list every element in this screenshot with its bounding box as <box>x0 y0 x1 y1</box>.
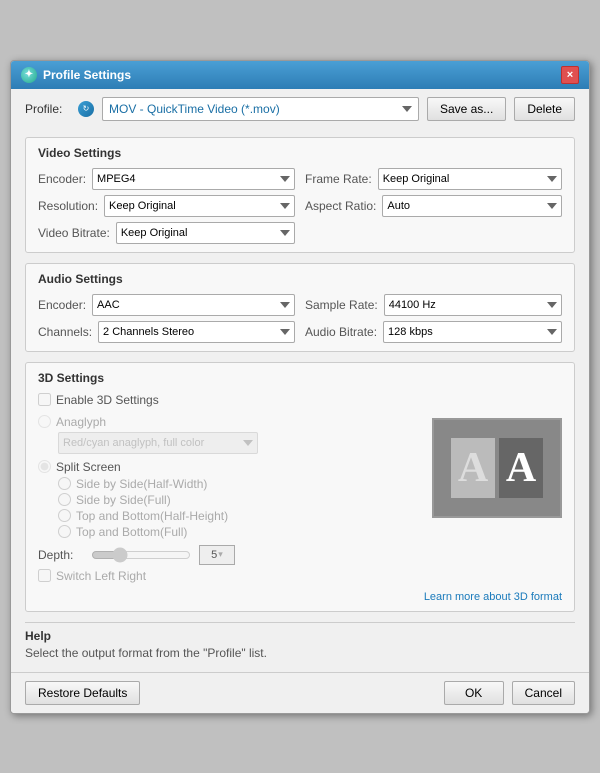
dialog-content: Profile: ↻ MOV - QuickTime Video (*.mov)… <box>11 89 589 672</box>
video-bitrate-select[interactable]: Keep Original <box>116 222 295 244</box>
dialog-window: ✦ Profile Settings × Profile: ↻ MOV - Qu… <box>10 60 590 714</box>
preview-letter-a2: A <box>499 438 543 498</box>
title-bar-left: ✦ Profile Settings <box>21 67 131 83</box>
preview-letters: A A <box>451 438 543 498</box>
encoder-select[interactable]: MPEG4 <box>92 168 295 190</box>
app-icon: ✦ <box>21 67 37 83</box>
audio-settings-grid: Encoder: AAC Sample Rate: 44100 Hz Chann… <box>38 294 562 343</box>
depth-slider[interactable] <box>91 547 191 563</box>
audio-encoder-row: Encoder: AAC <box>38 294 295 316</box>
aspect-ratio-label: Aspect Ratio: <box>305 199 376 213</box>
top-bottom-half-radio[interactable] <box>58 509 71 522</box>
frame-rate-row: Frame Rate: Keep Original <box>305 168 562 190</box>
video-settings-grid: Encoder: MPEG4 Frame Rate: Keep Original… <box>38 168 562 244</box>
sample-rate-label: Sample Rate: <box>305 298 378 312</box>
3d-preview: A A <box>432 418 562 518</box>
preview-letter-a1: A <box>451 438 495 498</box>
audio-bitrate-label: Audio Bitrate: <box>305 325 377 339</box>
aspect-ratio-row: Aspect Ratio: Auto <box>305 195 562 217</box>
side-by-side-full-label: Side by Side(Full) <box>76 493 171 507</box>
title-bar: ✦ Profile Settings × <box>11 61 589 89</box>
help-section: Help Select the output format from the "… <box>25 622 575 660</box>
delete-button[interactable]: Delete <box>514 97 575 121</box>
video-bitrate-label: Video Bitrate: <box>38 226 110 240</box>
switch-checkbox[interactable] <box>38 569 51 582</box>
audio-settings-title: Audio Settings <box>38 272 562 286</box>
settings-3d-title: 3D Settings <box>38 371 562 385</box>
side-by-side-half-label: Side by Side(Half-Width) <box>76 477 207 491</box>
audio-encoder-label: Encoder: <box>38 298 86 312</box>
footer-right: OK Cancel <box>444 681 575 705</box>
help-title: Help <box>25 629 575 643</box>
enable-3d-row: Enable 3D Settings <box>38 393 562 407</box>
channels-select[interactable]: 2 Channels Stereo <box>98 321 295 343</box>
enable-3d-checkbox[interactable] <box>38 393 51 406</box>
aspect-ratio-select[interactable]: Auto <box>382 195 562 217</box>
sample-rate-select[interactable]: 44100 Hz <box>384 294 562 316</box>
sample-rate-row: Sample Rate: 44100 Hz <box>305 294 562 316</box>
audio-settings-section: Audio Settings Encoder: AAC Sample Rate:… <box>25 263 575 352</box>
resolution-select[interactable]: Keep Original <box>104 195 295 217</box>
top-bottom-full-radio[interactable] <box>58 525 71 538</box>
switch-row: Switch Left Right <box>38 569 562 583</box>
save-as-button[interactable]: Save as... <box>427 97 506 121</box>
depth-row: Depth: 5 ▾ <box>38 545 562 565</box>
profile-label: Profile: <box>25 102 70 116</box>
split-screen-radio[interactable] <box>38 460 51 473</box>
channels-row: Channels: 2 Channels Stereo <box>38 321 295 343</box>
top-bottom-full-label: Top and Bottom(Full) <box>76 525 187 539</box>
anaglyph-radio[interactable] <box>38 415 51 428</box>
profile-row: Profile: ↻ MOV - QuickTime Video (*.mov)… <box>25 97 575 127</box>
top-bottom-full-row: Top and Bottom(Full) <box>58 525 562 539</box>
anaglyph-type-select[interactable]: Red/cyan anaglyph, full color <box>58 432 258 454</box>
help-text: Select the output format from the "Profi… <box>25 646 575 660</box>
video-settings-title: Video Settings <box>38 146 562 160</box>
profile-select[interactable]: MOV - QuickTime Video (*.mov) <box>102 97 419 121</box>
learn-more-link[interactable]: Learn more about 3D format <box>38 591 562 603</box>
split-screen-label: Split Screen <box>56 460 121 474</box>
close-button[interactable]: × <box>561 66 579 84</box>
enable-3d-label: Enable 3D Settings <box>56 393 159 407</box>
encoder-row: Encoder: MPEG4 <box>38 168 295 190</box>
cancel-button[interactable]: Cancel <box>512 681 575 705</box>
profile-icon: ↻ <box>78 101 94 117</box>
depth-value: 5 ▾ <box>199 545 235 565</box>
video-settings-section: Video Settings Encoder: MPEG4 Frame Rate… <box>25 137 575 253</box>
resolution-label: Resolution: <box>38 199 98 213</box>
video-bitrate-row: Video Bitrate: Keep Original <box>38 222 295 244</box>
anaglyph-label: Anaglyph <box>56 415 106 429</box>
window-title: Profile Settings <box>43 68 131 82</box>
audio-encoder-select[interactable]: AAC <box>92 294 295 316</box>
settings-3d-section: 3D Settings A A Enable 3D Settings <box>25 362 575 612</box>
side-by-side-full-radio[interactable] <box>58 493 71 506</box>
top-bottom-half-label: Top and Bottom(Half-Height) <box>76 509 228 523</box>
channels-label: Channels: <box>38 325 92 339</box>
audio-bitrate-select[interactable]: 128 kbps <box>383 321 562 343</box>
side-by-side-half-radio[interactable] <box>58 477 71 490</box>
dialog-footer: Restore Defaults OK Cancel <box>11 672 589 713</box>
depth-label: Depth: <box>38 548 83 562</box>
resolution-row: Resolution: Keep Original <box>38 195 295 217</box>
frame-rate-select[interactable]: Keep Original <box>378 168 562 190</box>
ok-button[interactable]: OK <box>444 681 504 705</box>
audio-bitrate-row: Audio Bitrate: 128 kbps <box>305 321 562 343</box>
restore-defaults-button[interactable]: Restore Defaults <box>25 681 140 705</box>
encoder-label: Encoder: <box>38 172 86 186</box>
switch-label: Switch Left Right <box>56 569 146 583</box>
frame-rate-label: Frame Rate: <box>305 172 372 186</box>
